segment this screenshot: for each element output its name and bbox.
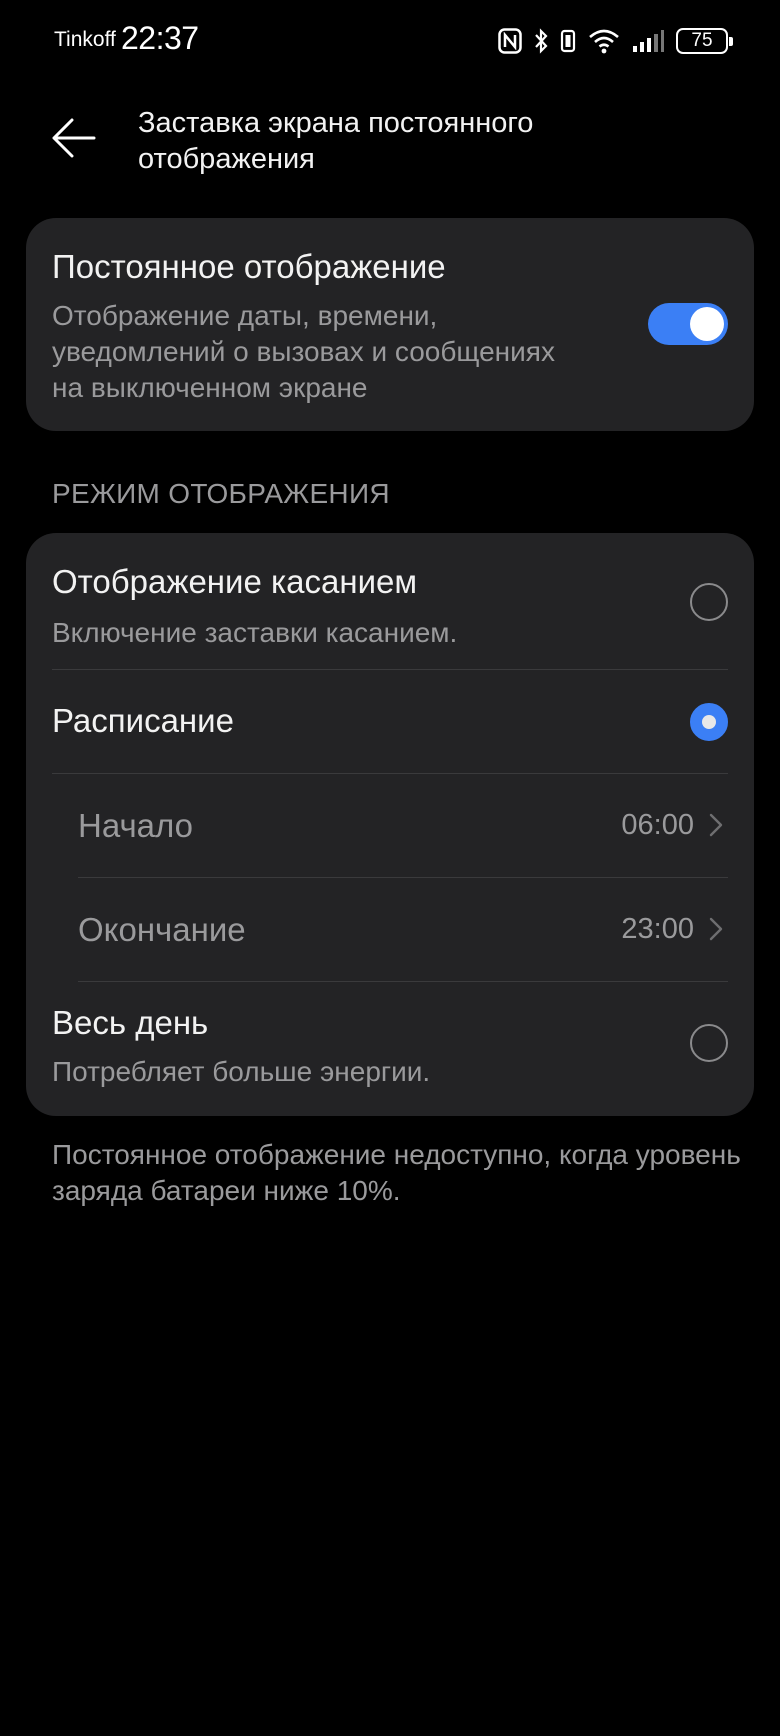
nfc-icon [498, 28, 522, 54]
option-subtitle: Потребляет больше энергии. [52, 1056, 431, 1087]
schedule-start-value: 06:00 [621, 809, 694, 841]
aod-description: Отображение даты, времени, уведомлений о… [52, 300, 555, 403]
bluetooth-icon [534, 28, 548, 54]
option-tap-to-show[interactable]: Отображение касанием Включение заставки … [26, 533, 754, 669]
radio-all-day[interactable] [690, 1024, 728, 1062]
back-button[interactable] [50, 116, 108, 166]
aod-toggle[interactable] [648, 303, 728, 345]
signal-icon [632, 28, 664, 54]
schedule-start-row[interactable]: Начало 06:00 [26, 774, 754, 877]
vibrate-icon [560, 28, 576, 54]
aod-card: Постоянное отображение Отображение даты,… [26, 218, 754, 431]
page-title: Заставка экрана постоянного отображения [138, 107, 534, 175]
radio-tap-to-show[interactable] [690, 583, 728, 621]
schedule-end-value: 23:00 [621, 913, 694, 945]
wifi-icon [588, 28, 620, 54]
toggle-knob [690, 307, 724, 341]
aod-title: Постоянное отображение [52, 248, 446, 285]
status-bar: Tinkoff 22:37 75 [0, 0, 780, 80]
section-header-display-mode: РЕЖИМ ОТОБРАЖЕНИЯ [52, 478, 390, 509]
option-title: Весь день [52, 1004, 209, 1041]
status-icons: 75 [498, 26, 733, 56]
battery-level: 75 [691, 30, 713, 51]
chevron-right-icon [709, 813, 723, 837]
battery-icon: 75 [676, 28, 733, 54]
schedule-start-label: Начало [78, 807, 193, 844]
schedule-end-row[interactable]: Окончание 23:00 [26, 878, 754, 981]
page-header: Заставка экрана постоянного отображения [0, 100, 780, 190]
carrier-label: Tinkoff [54, 28, 116, 51]
back-arrow-icon [52, 118, 96, 158]
chevron-right-icon [709, 917, 723, 941]
option-subtitle: Включение заставки касанием. [52, 617, 458, 648]
battery-warning-note: Постоянное отображение недоступно, когда… [52, 1139, 741, 1206]
clock: 22:37 [121, 20, 199, 56]
option-schedule[interactable]: Расписание [26, 670, 754, 773]
schedule-end-label: Окончание [78, 911, 246, 948]
option-all-day[interactable]: Весь день Потребляет больше энергии. [26, 982, 754, 1116]
option-title: Расписание [52, 702, 234, 739]
display-mode-card: Отображение касанием Включение заставки … [26, 533, 754, 1116]
option-title: Отображение касанием [52, 563, 418, 600]
radio-schedule[interactable] [690, 703, 728, 741]
